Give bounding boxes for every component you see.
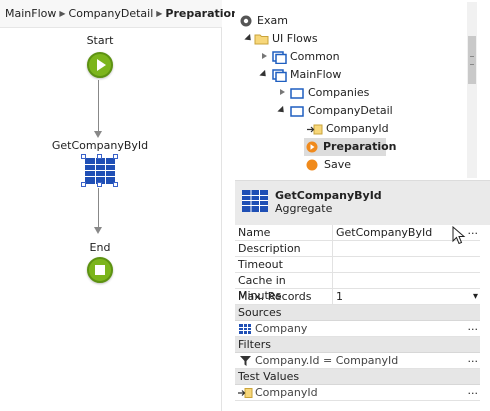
- ellipsis-button[interactable]: ...: [468, 223, 479, 238]
- property-label: Timeout: [238, 258, 283, 271]
- max-records-select[interactable]: 1: [332, 289, 472, 304]
- end-node-label: End: [89, 241, 111, 254]
- folder-icon: [254, 34, 269, 45]
- start-node-label: Start: [86, 34, 114, 47]
- scrollbar-thumb[interactable]: [468, 36, 476, 84]
- section-sources: Sources: [235, 305, 480, 321]
- property-label: Max. Records: [238, 290, 312, 303]
- stop-icon: [95, 265, 105, 275]
- breadcrumb-separator-icon: ▶: [156, 9, 163, 18]
- aggregate-node-label: GetCompanyById: [51, 139, 149, 152]
- test-value-label: CompanyId: [255, 386, 318, 399]
- filter-label: Company.Id = CompanyId: [255, 354, 399, 367]
- arrow-down-icon: [94, 227, 102, 234]
- breadcrumb-current: Preparation: [165, 7, 239, 20]
- flow-connector[interactable]: [98, 188, 99, 228]
- properties-panel: GetCompanyById Aggregate Name GetCompany…: [235, 180, 490, 411]
- tree-scrollbar[interactable]: [467, 2, 477, 178]
- end-node[interactable]: [87, 257, 113, 283]
- properties-header: GetCompanyById Aggregate: [235, 181, 490, 225]
- collapsed-arrow-icon[interactable]: [262, 53, 267, 59]
- resize-handle[interactable]: [81, 154, 86, 159]
- expand-arrow-icon[interactable]: [277, 105, 287, 116]
- arrow-down-icon: [94, 131, 102, 138]
- element-name: GetCompanyById: [275, 189, 382, 202]
- input-parameter-icon: [238, 388, 253, 398]
- module-tree[interactable]: Exam UI Flows Common MainFlow Companies …: [235, 0, 490, 180]
- expand-arrow-icon[interactable]: [259, 69, 269, 80]
- test-value-item[interactable]: CompanyId ...: [235, 383, 480, 401]
- element-type: Aggregate: [275, 202, 333, 215]
- breadcrumb-item-companydetail[interactable]: CompanyDetail: [69, 7, 154, 20]
- ellipsis-button[interactable]: ...: [468, 319, 479, 334]
- aggregate-icon: [85, 158, 115, 184]
- ui-flow-icon: [272, 69, 287, 82]
- flow-canvas[interactable]: MainFlow ▶ CompanyDetail ▶ Preparation Start…: [0, 0, 239, 411]
- source-item[interactable]: Company ...: [235, 319, 480, 337]
- play-icon: [97, 59, 106, 71]
- entity-icon: [239, 324, 251, 334]
- breadcrumb: MainFlow ▶ CompanyDetail ▶ Preparation: [0, 0, 239, 28]
- tree-item-preparation[interactable]: Preparation: [304, 138, 397, 156]
- timeout-field[interactable]: [332, 257, 472, 272]
- name-field[interactable]: GetCompanyById: [332, 225, 472, 240]
- preparation-icon: [306, 141, 318, 153]
- expand-arrow-icon[interactable]: [244, 33, 254, 44]
- action-icon: [306, 159, 318, 171]
- resize-handle[interactable]: [81, 182, 86, 187]
- module-icon: [240, 15, 252, 27]
- aggregate-icon: [242, 190, 268, 212]
- start-node[interactable]: [87, 52, 113, 78]
- filter-item[interactable]: Company.Id = CompanyId ...: [235, 351, 480, 369]
- flow-connector[interactable]: [98, 80, 99, 132]
- property-label: Description: [238, 242, 301, 255]
- filter-icon: [240, 356, 251, 366]
- section-test-values: Test Values: [235, 369, 480, 385]
- resize-handle[interactable]: [97, 154, 102, 159]
- aggregate-node[interactable]: [81, 154, 118, 187]
- resize-handle[interactable]: [97, 182, 102, 187]
- screen-icon: [290, 106, 304, 117]
- screen-icon: [290, 88, 304, 99]
- property-row-cache[interactable]: Cache in Minutes: [235, 273, 480, 302]
- section-filters: Filters: [235, 337, 480, 353]
- ellipsis-button[interactable]: ...: [468, 351, 479, 366]
- resize-handle[interactable]: [113, 182, 118, 187]
- breadcrumb-item-mainflow[interactable]: MainFlow: [5, 7, 56, 20]
- description-field[interactable]: [332, 241, 472, 256]
- property-row-max-records[interactable]: Max. Records 1 ▾: [235, 289, 480, 305]
- property-row-name[interactable]: Name GetCompanyById ...: [235, 223, 480, 241]
- property-row-description[interactable]: Description: [235, 241, 480, 257]
- collapsed-arrow-icon[interactable]: [280, 89, 285, 95]
- cache-in-minutes-field[interactable]: [332, 273, 472, 288]
- breadcrumb-separator-icon: ▶: [59, 9, 66, 18]
- ui-flow-icon: [272, 51, 287, 64]
- chevron-down-icon[interactable]: ▾: [473, 289, 478, 304]
- property-label: Name: [238, 226, 271, 239]
- mouse-cursor-icon: [452, 226, 466, 245]
- input-parameter-icon: [307, 124, 323, 135]
- resize-handle[interactable]: [113, 154, 118, 159]
- property-row-timeout[interactable]: Timeout: [235, 257, 480, 273]
- ellipsis-button[interactable]: ...: [468, 383, 479, 398]
- source-label: Company: [255, 322, 308, 335]
